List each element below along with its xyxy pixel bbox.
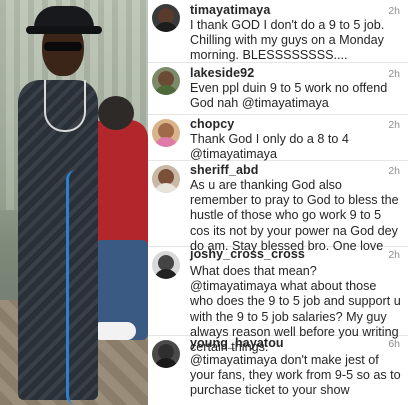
photo-person-red-head [98, 96, 134, 130]
photo-blue-hose [66, 170, 99, 405]
avatar[interactable] [152, 340, 180, 368]
avatar[interactable] [152, 165, 180, 193]
comment-time: 2h [388, 5, 400, 17]
comment-username[interactable]: joshy_cross_cross [190, 247, 305, 261]
comment-text: Even ppl duin 9 to 5 work no offend God … [190, 81, 388, 111]
comment-username[interactable]: lakeside92 [190, 66, 254, 80]
comment-item: joshy_cross_cross 2h What does that mean… [148, 247, 408, 354]
comment-item: young_hayatou 6h @timayatimaya don't mak… [148, 336, 408, 405]
comment-item: sheriff_abd 2h As u are thanking God als… [148, 161, 408, 253]
comment-username[interactable]: timayatimaya [190, 3, 270, 17]
comment-item: timayatimaya 2h I thank GOD I don't do a… [148, 0, 408, 63]
comment-text: Thank God I only do a 8 to 4 @timayatima… [190, 132, 349, 162]
comments-panel: timayatimaya 2h I thank GOD I don't do a… [148, 0, 408, 405]
comment-item: chopcy 2h Thank God I only do a 8 to 4 @… [148, 115, 408, 161]
photo-man-hat-brim [26, 26, 102, 34]
comment-username[interactable]: young_hayatou [190, 336, 284, 350]
avatar[interactable] [152, 119, 180, 147]
comment-item: lakeside92 2h Even ppl duin 9 to 5 work … [148, 63, 408, 115]
avatar[interactable] [152, 251, 180, 279]
photo-man-sunglasses [44, 42, 82, 51]
comment-text: @timayatimaya don't make jest of your fa… [190, 353, 401, 398]
post-photo [0, 0, 148, 405]
comment-username[interactable]: chopcy [190, 117, 234, 131]
comment-time: 2h [388, 119, 400, 131]
comment-time: 2h [388, 249, 400, 261]
comment-text: As u are thanking God also remember to p… [190, 178, 399, 253]
comment-time: 6h [388, 338, 400, 350]
avatar[interactable] [152, 67, 180, 95]
photo-man-chain [44, 80, 86, 132]
avatar[interactable] [152, 4, 180, 32]
comment-username[interactable]: sheriff_abd [190, 163, 258, 177]
comment-time: 2h [388, 165, 400, 177]
comment-text: I thank GOD I don't do a 9 to 5 job. Chi… [190, 18, 385, 63]
comment-time: 2h [388, 68, 400, 80]
